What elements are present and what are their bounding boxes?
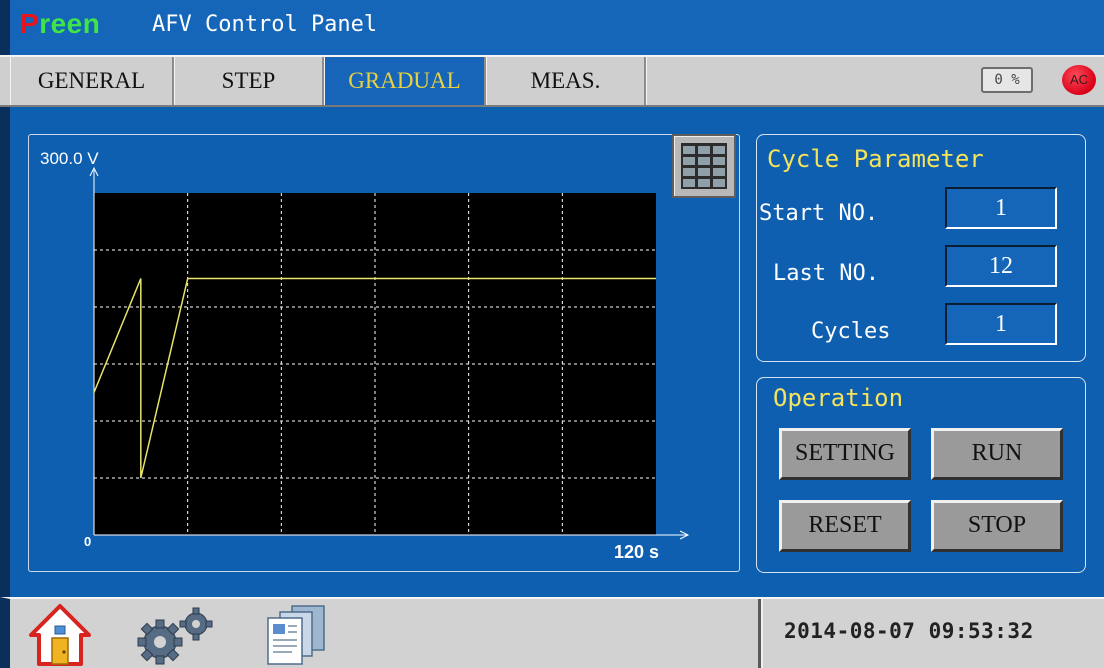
calculator-cell: [698, 179, 710, 187]
start-no-field[interactable]: 1: [945, 187, 1057, 229]
calculator-cell: [713, 157, 725, 165]
operation-group: Operation SETTING RUN RESET STOP: [756, 377, 1086, 573]
tab-meas[interactable]: MEAS.: [486, 57, 646, 105]
calculator-cell: [713, 168, 725, 176]
calculator-screen: [681, 143, 727, 189]
brand-first-letter: P: [20, 8, 40, 39]
tab-gradual[interactable]: GRADUAL: [324, 57, 486, 105]
cycle-parameter-group: Cycle Parameter Start NO. 1 Last NO. 12 …: [756, 134, 1086, 362]
calculator-cell: [683, 157, 695, 165]
tab-general[interactable]: GENERAL: [10, 57, 174, 105]
percent-indicator: 0 %: [981, 67, 1033, 93]
datetime-display: 2014-08-07 09:53:32: [784, 619, 1034, 643]
calculator-cell: [683, 146, 695, 154]
calculator-cell: [713, 146, 725, 154]
y-max-label: 300.0 V: [40, 149, 99, 168]
bottom-divider: [758, 599, 763, 668]
tab-bar: GENERAL STEP GRADUAL MEAS. 0 % AC: [0, 55, 1104, 107]
cycles-label: Cycles: [811, 319, 891, 344]
calculator-cell: [683, 168, 695, 176]
last-no-label: Last NO.: [773, 261, 879, 286]
stop-button[interactable]: STOP: [931, 500, 1063, 552]
title-bar: Preen AFV Control Panel: [0, 0, 1104, 55]
reset-button[interactable]: RESET: [779, 500, 911, 552]
last-no-field[interactable]: 12: [945, 245, 1057, 287]
calculator-cell: [683, 179, 695, 187]
calculator-cell: [698, 157, 710, 165]
calculator-cell: [713, 179, 725, 187]
brand-rest: reen: [39, 8, 101, 39]
gears-icon[interactable]: [134, 606, 224, 666]
waveform-chart: 300.0 V 0 120 s: [40, 149, 690, 562]
tab-step[interactable]: STEP: [174, 57, 324, 105]
start-no-label: Start NO.: [759, 201, 879, 226]
app-title: AFV Control Panel: [152, 12, 378, 37]
ac-indicator: AC: [1062, 65, 1096, 95]
calculator-table-icon[interactable]: [672, 134, 736, 198]
setting-button[interactable]: SETTING: [779, 428, 911, 480]
x-max-label: 120 s: [614, 542, 659, 562]
brand-logo: Preen: [20, 8, 100, 40]
calculator-cell: [698, 146, 710, 154]
cycle-parameter-title: Cycle Parameter: [767, 145, 984, 173]
run-button[interactable]: RUN: [931, 428, 1063, 480]
home-icon[interactable]: [28, 602, 92, 666]
origin-label: 0: [84, 534, 91, 549]
documents-icon[interactable]: [262, 602, 330, 666]
operation-title: Operation: [773, 384, 904, 412]
calculator-cell: [698, 168, 710, 176]
cycles-field[interactable]: 1: [945, 303, 1057, 345]
tab-bar-filler: [646, 57, 1104, 105]
